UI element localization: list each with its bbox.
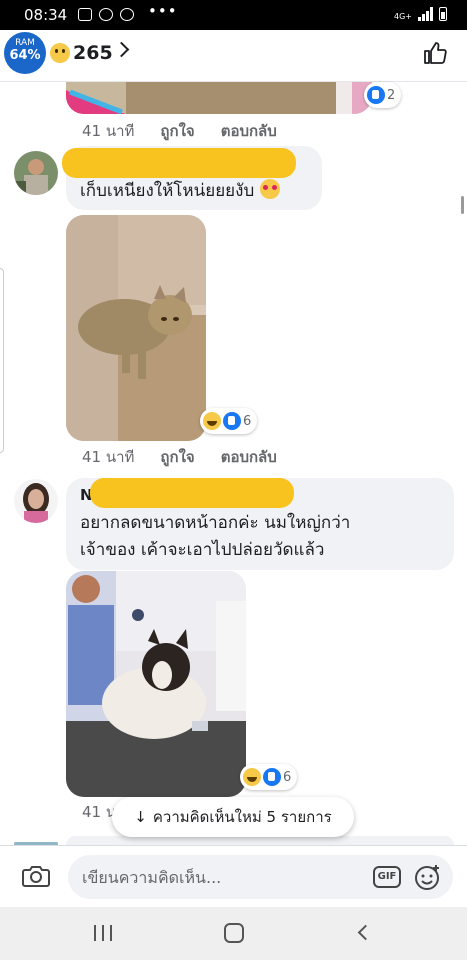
- battery-icon: [439, 7, 447, 21]
- haha-reaction-icon: [243, 768, 261, 786]
- comment-bubble[interactable]: N อยากลดขนาดหน้าอกค่ะ นมใหญ่กว่า เจ้าของ…: [66, 478, 454, 570]
- reply-link[interactable]: ตอบกลับ: [221, 445, 277, 469]
- comment-bubble[interactable]: [66, 836, 454, 845]
- gallery-icon: [78, 8, 92, 21]
- more-notifications: •••: [148, 2, 178, 20]
- comment-text-line: อยากลดขนาดหน้าอกค่ะ นมใหญ่กว่า: [80, 513, 351, 533]
- reaction-summary[interactable]: 6: [240, 764, 298, 790]
- reaction-count: 6: [283, 769, 292, 785]
- comment-photo[interactable]: [66, 82, 372, 114]
- reply-link[interactable]: ตอบกลับ: [221, 119, 277, 143]
- redacted-name: [90, 478, 294, 508]
- redacted-name: [62, 148, 296, 178]
- comment-actions: 41 นาที ถูกใจ ตอบกลับ: [82, 119, 277, 143]
- avatar[interactable]: [14, 151, 58, 195]
- reaction-count: 2: [387, 87, 396, 103]
- avatar[interactable]: [14, 836, 58, 845]
- heart-eyes-cat-icon: [259, 179, 280, 199]
- comment-time: 41 น: [82, 803, 117, 821]
- like-reaction-icon: [223, 412, 241, 430]
- system-nav-bar: [0, 907, 467, 960]
- gif-icon[interactable]: GIF: [373, 866, 401, 888]
- scrollbar[interactable]: [461, 196, 464, 214]
- avatar[interactable]: [14, 479, 58, 523]
- cat-photo[interactable]: [66, 215, 206, 441]
- like-icon[interactable]: [423, 41, 447, 65]
- emoji-icon[interactable]: [414, 863, 442, 891]
- comment-time: 41 นาที: [82, 448, 135, 466]
- chat-icon: [99, 8, 113, 21]
- home-icon[interactable]: [224, 923, 244, 943]
- reaction-summary[interactable]: 2: [364, 82, 402, 108]
- ram-badge[interactable]: RAM 64%: [4, 32, 46, 74]
- new-comments-button[interactable]: ↓ ความคิดเห็นใหม่ 5 รายการ: [112, 797, 354, 837]
- camera-icon[interactable]: [22, 864, 50, 888]
- chrome-icon: [120, 8, 134, 21]
- like-reaction-icon: [263, 768, 281, 786]
- reaction-count: 6: [243, 413, 252, 429]
- chevron-right-icon[interactable]: [113, 41, 130, 58]
- haha-reaction-icon: [203, 412, 221, 430]
- comment-actions: 41 น: [82, 800, 116, 824]
- edge-panel-handle[interactable]: [0, 268, 4, 453]
- comment-text-line: เจ้าของ เค้าจะเอาไปปล่อยวัดแล้ว: [80, 540, 325, 560]
- network-type: 4G+: [394, 12, 412, 21]
- status-time: 08:34: [24, 6, 68, 24]
- ram-value: 64%: [9, 48, 41, 63]
- like-link[interactable]: ถูกใจ: [160, 445, 194, 469]
- like-link[interactable]: ถูกใจ: [160, 119, 194, 143]
- comment-time: 41 นาที: [82, 122, 135, 140]
- reaction-count[interactable]: 265: [73, 42, 113, 64]
- ram-label: RAM: [15, 38, 35, 48]
- arrow-down-icon: ↓: [134, 808, 147, 826]
- reaction-summary[interactable]: 6: [200, 408, 258, 434]
- system-indicators: 4G+: [394, 7, 447, 21]
- recents-icon[interactable]: [94, 925, 112, 941]
- comment-text: เก็บเหนียงให้โหน่ยยยงับ: [80, 181, 255, 201]
- comments-header: RAM 64% 265: [0, 30, 467, 82]
- like-reaction-icon: [367, 86, 385, 104]
- status-bar: 08:34 ••• 4G+: [0, 0, 467, 30]
- comment-actions: 41 นาที ถูกใจ ตอบกลับ: [82, 445, 277, 469]
- dog-photo[interactable]: [66, 571, 246, 797]
- back-icon[interactable]: [357, 924, 374, 941]
- new-comments-label: ความคิดเห็นใหม่ 5 รายการ: [152, 808, 332, 826]
- comment-bubble[interactable]: เก็บเหนียงให้โหน่ยยยงับ: [62, 146, 322, 210]
- notification-icons: [78, 8, 134, 21]
- comment-composer: GIF: [0, 845, 467, 907]
- signal-icon: [418, 7, 433, 21]
- wow-reaction-icon[interactable]: [50, 43, 70, 63]
